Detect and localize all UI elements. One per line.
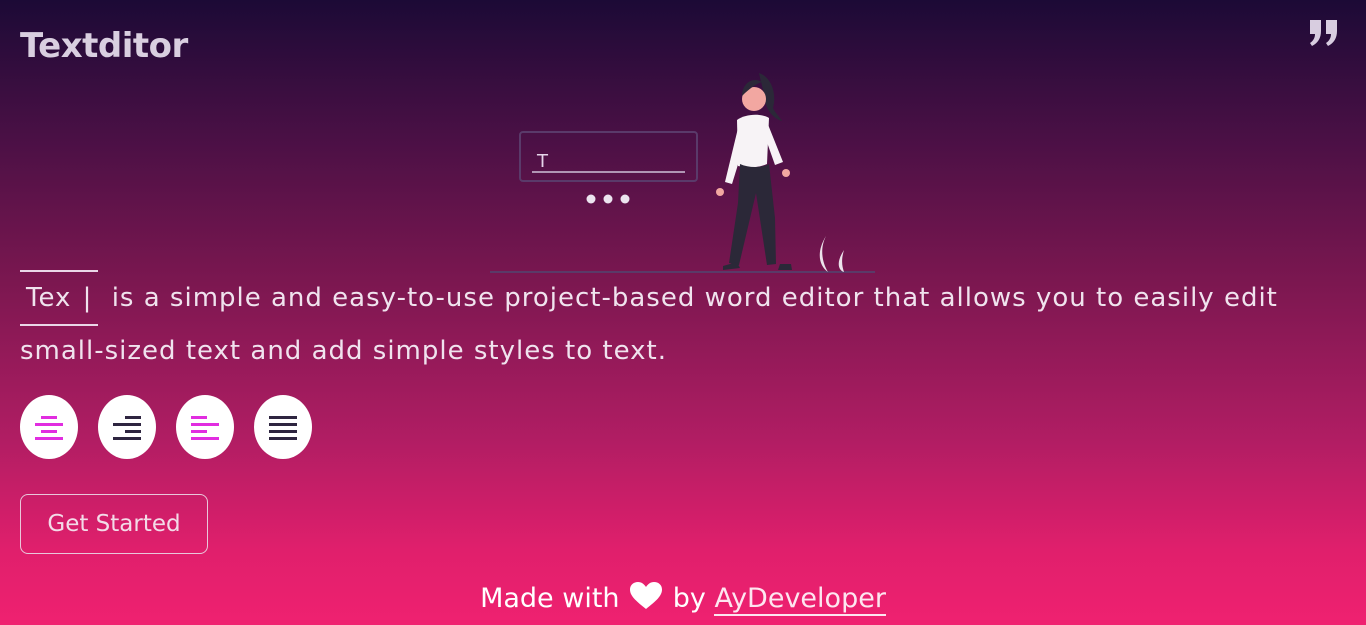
illustration-input-text: T <box>536 151 549 172</box>
footer-prefix: Made with <box>480 583 620 614</box>
align-left-button[interactable] <box>176 395 234 459</box>
get-started-button[interactable]: Get Started <box>20 494 208 554</box>
align-justify-button[interactable] <box>254 395 312 459</box>
align-center-button[interactable] <box>20 395 78 459</box>
footer-by: by <box>672 583 706 614</box>
align-right-button[interactable] <box>98 395 156 459</box>
quote-icon <box>1310 20 1337 46</box>
tagline-text: is a simple and easy-to-use project-base… <box>20 283 1278 366</box>
woman-typing-illustration: T <box>490 73 875 273</box>
typed-word: Tex <box>26 283 72 313</box>
align-center-icon <box>35 416 63 440</box>
align-justify-icon <box>269 416 297 440</box>
brand-logo: Textditor <box>20 26 188 66</box>
footer: Made with by AyDeveloper <box>0 582 1366 616</box>
align-left-icon <box>191 416 219 440</box>
tagline: Tex | is a simple and easy-to-use projec… <box>20 270 1300 377</box>
author-link[interactable]: AyDeveloper <box>714 583 886 616</box>
align-right-icon <box>113 416 141 440</box>
alignment-buttons <box>20 395 312 459</box>
heart-icon <box>630 582 663 609</box>
typing-cursor: | <box>82 283 93 313</box>
typewriter-text: Tex | <box>20 270 99 326</box>
